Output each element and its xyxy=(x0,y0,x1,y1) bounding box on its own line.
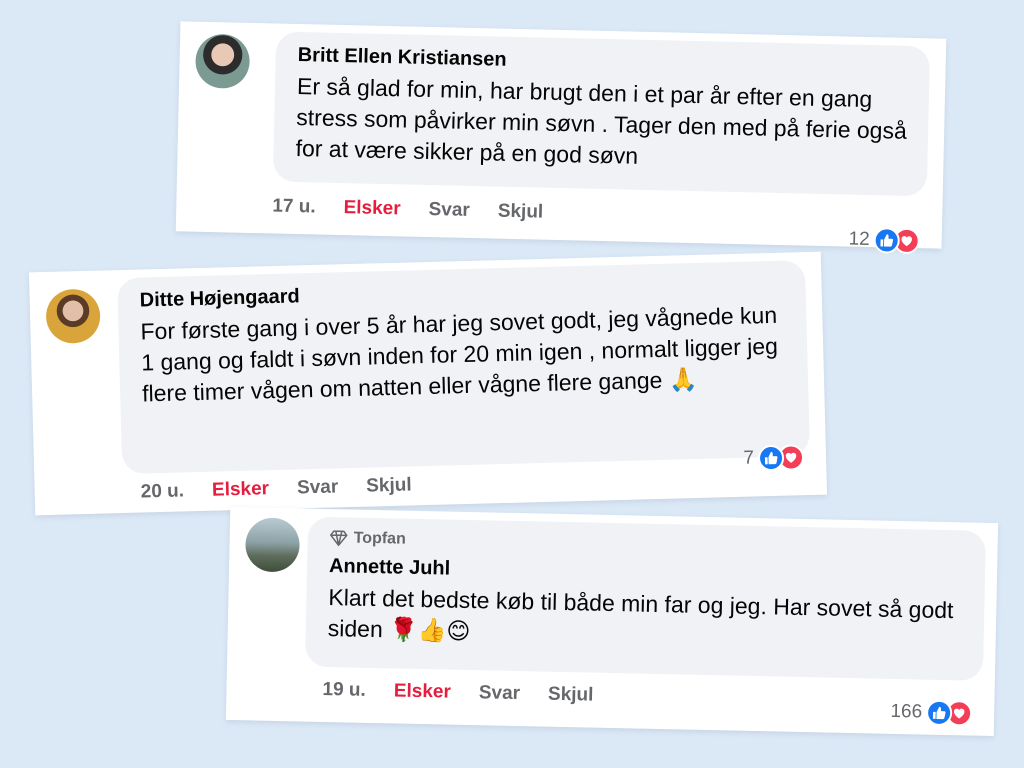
comment-bubble: Ditte Højengaard For første gang i over … xyxy=(117,260,811,475)
topfan-badge: Topfan xyxy=(329,529,965,560)
avatar[interactable] xyxy=(194,33,251,89)
reply-button[interactable]: Svar xyxy=(479,682,521,705)
comment-actions: 19 u. Elsker Svar Skjul xyxy=(322,679,593,707)
like-icon xyxy=(873,227,900,254)
topfan-label: Topfan xyxy=(353,529,406,548)
comment-card: Britt Ellen Kristiansen Er så glad for m… xyxy=(175,21,947,255)
reaction-count: 12 xyxy=(848,228,870,251)
hide-button[interactable]: Skjul xyxy=(366,474,412,497)
comment-time[interactable]: 19 u. xyxy=(322,679,366,702)
reaction-summary[interactable]: 7 xyxy=(743,444,805,472)
comment-actions: 17 u. Elsker Svar Skjul xyxy=(272,195,543,223)
love-button[interactable]: Elsker xyxy=(343,197,401,220)
love-button[interactable]: Elsker xyxy=(212,478,270,501)
like-icon xyxy=(757,444,785,472)
love-button[interactable]: Elsker xyxy=(394,680,451,703)
avatar[interactable] xyxy=(244,517,301,573)
comment-bubble: Britt Ellen Kristiansen Er så glad for m… xyxy=(272,31,931,197)
reaction-count: 166 xyxy=(890,700,923,723)
comment-text: Klart det bedste køb til både min far og… xyxy=(327,584,954,645)
comment-time[interactable]: 17 u. xyxy=(272,195,316,218)
avatar[interactable] xyxy=(45,288,101,344)
comment-text: For første gang i over 5 år har jeg sove… xyxy=(140,301,779,407)
comment-card: Topfan Annette Juhl Klart det bedste køb… xyxy=(225,506,999,737)
reaction-summary[interactable]: 166 xyxy=(890,699,973,727)
reply-button[interactable]: Svar xyxy=(428,199,470,222)
hide-button[interactable]: Skjul xyxy=(548,684,594,707)
hide-button[interactable]: Skjul xyxy=(498,201,544,224)
like-icon xyxy=(925,699,953,727)
comment-actions: 20 u. Elsker Svar Skjul xyxy=(140,474,411,503)
comment-card: Ditte Højengaard For første gang i over … xyxy=(28,251,828,516)
comment-text: Er så glad for min, har brugt den i et p… xyxy=(295,73,908,169)
comment-time[interactable]: 20 u. xyxy=(140,480,184,503)
reaction-count: 7 xyxy=(743,447,755,469)
comment-bubble: Topfan Annette Juhl Klart det bedste køb… xyxy=(304,516,986,681)
reply-button[interactable]: Svar xyxy=(297,476,339,499)
diamond-icon xyxy=(329,530,348,547)
reaction-summary[interactable]: 12 xyxy=(848,227,920,255)
